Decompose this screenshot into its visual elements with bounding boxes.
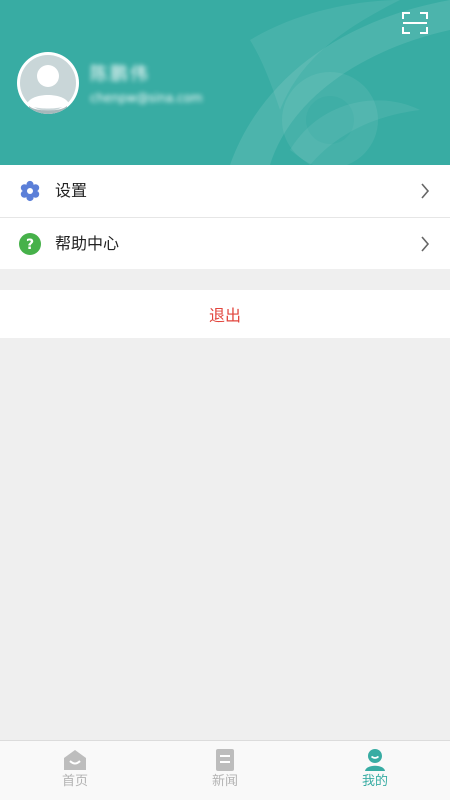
scan-icon xyxy=(402,12,428,34)
help-icon: ? xyxy=(19,233,41,255)
logout-button[interactable]: 退出 xyxy=(0,290,450,338)
user-email: chenpw@sina.com xyxy=(90,91,203,105)
scan-button[interactable] xyxy=(402,12,428,34)
tab-label: 我的 xyxy=(361,774,388,789)
news-icon xyxy=(216,749,234,771)
avatar[interactable] xyxy=(17,52,79,114)
chevron-right-icon xyxy=(421,183,430,199)
profile-header: 陈鹏伟 chenpw@sina.com xyxy=(0,0,450,165)
chevron-right-icon xyxy=(421,236,430,252)
menu-item-settings[interactable]: 设置 xyxy=(0,165,450,217)
user-name: 陈鹏伟 xyxy=(90,64,150,85)
tab-mine[interactable]: 我的 xyxy=(300,741,450,800)
tab-label: 首页 xyxy=(61,774,88,789)
home-icon xyxy=(64,750,86,770)
bottom-tab-bar: 首页 新闻 我的 xyxy=(0,740,450,800)
gear-icon xyxy=(20,180,40,202)
tab-home[interactable]: 首页 xyxy=(0,741,150,800)
tab-label: 新闻 xyxy=(211,774,238,789)
menu-item-label: 设置 xyxy=(55,181,88,200)
default-avatar-icon xyxy=(20,55,76,114)
menu-item-label: 帮助中心 xyxy=(55,234,120,253)
tab-news[interactable]: 新闻 xyxy=(150,741,300,800)
profile-icon xyxy=(365,749,385,771)
svg-text:?: ? xyxy=(26,237,34,253)
menu-item-help-center[interactable]: ? 帮助中心 xyxy=(0,217,450,269)
settings-menu: 设置 ? 帮助中心 xyxy=(0,165,450,269)
